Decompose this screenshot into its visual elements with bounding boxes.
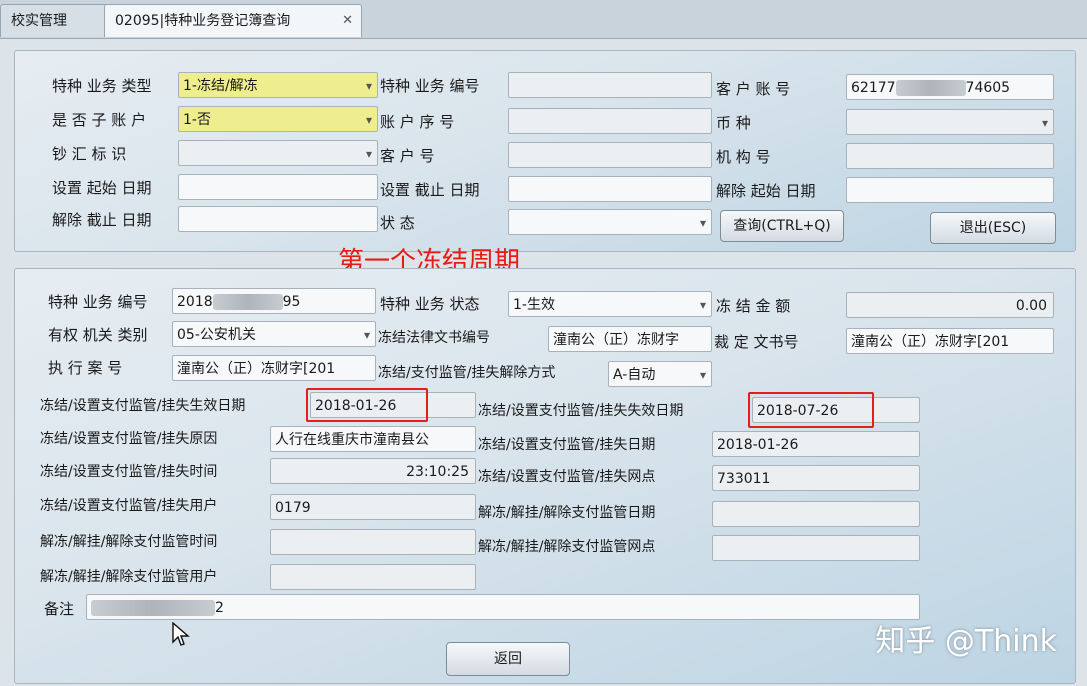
- sub-account-label: 是 否 子 账 户: [52, 111, 147, 129]
- cust-account-label: 客 户 账 号: [716, 80, 791, 98]
- sub-account-select[interactable]: 1-否: [178, 106, 378, 132]
- redaction-blur: [212, 294, 283, 310]
- tab-query-label: 02095|特种业务登记簿查询: [115, 13, 291, 29]
- set-start-input[interactable]: [178, 174, 378, 200]
- user-field[interactable]: 0179: [270, 494, 476, 520]
- unfreeze-time-field[interactable]: [270, 529, 476, 555]
- set-end-input[interactable]: [508, 176, 712, 202]
- detail-biz-no-label: 特种 业务 编号: [48, 293, 148, 311]
- exp-date-label: 冻结/设置支付监管/挂失失效日期: [478, 403, 684, 419]
- biz-status-label: 特种 业务 状态: [380, 295, 480, 313]
- unfreeze-time-label: 解冻/解挂/解除支付监管时间: [40, 534, 218, 550]
- redaction-blur: [91, 600, 215, 616]
- unfreeze-date-field[interactable]: [712, 501, 920, 527]
- legal-doc-label: 冻结法律文书编号: [378, 330, 490, 346]
- org-input[interactable]: [846, 143, 1054, 169]
- unfreeze-user-field[interactable]: [270, 564, 476, 590]
- op-time-label: 冻结/设置支付监管/挂失时间: [40, 464, 218, 480]
- watermark: 知乎 @Think: [875, 624, 1057, 659]
- op-date-label: 冻结/设置支付监管/挂失日期: [478, 437, 656, 453]
- rel-end-input[interactable]: [178, 206, 378, 232]
- ruling-doc-label: 裁 定 文书号: [714, 333, 799, 351]
- unfreeze-date-label: 解冻/解挂/解除支付监管日期: [478, 505, 656, 521]
- branch-field[interactable]: 733011: [712, 465, 920, 491]
- case-no-label: 执 行 案 号: [48, 359, 123, 377]
- status-label: 状 态: [380, 214, 415, 232]
- authority-type-label: 有权 机关 类别: [48, 326, 148, 344]
- mouse-cursor-icon: [172, 622, 190, 646]
- acct-seq-label: 账 户 序 号: [380, 113, 455, 131]
- cust-account-prefix: 62177: [851, 80, 896, 96]
- detail-biz-no-field[interactable]: 2018 95: [172, 288, 376, 314]
- biz-type-label: 特种 业务 类型: [52, 77, 152, 95]
- currency-select[interactable]: [846, 109, 1054, 135]
- freeze-amt-field[interactable]: 0.00: [846, 292, 1054, 318]
- cash-flag-select[interactable]: [178, 140, 378, 166]
- cust-account-input[interactable]: 62177 74605: [846, 74, 1054, 100]
- rel-start-label: 解除 起始 日期: [716, 182, 816, 200]
- cash-flag-label: 钞 汇 标 识: [52, 145, 127, 163]
- unfreeze-user-label: 解冻/解挂/解除支付监管用户: [40, 569, 218, 585]
- acct-seq-input[interactable]: [508, 108, 712, 134]
- biz-no-label: 特种 业务 编号: [380, 77, 480, 95]
- set-end-label: 设置 截止 日期: [380, 181, 480, 199]
- set-start-label: 设置 起始 日期: [52, 179, 152, 197]
- close-icon[interactable]: ✕: [342, 5, 353, 37]
- detail-biz-no-suffix: 95: [282, 294, 301, 310]
- biz-type-select[interactable]: 1-冻结/解冻: [178, 72, 378, 98]
- rel-end-label: 解除 截止 日期: [52, 211, 152, 229]
- query-button[interactable]: 查询(CTRL+Q): [720, 210, 844, 242]
- unfreeze-branch-field[interactable]: [712, 535, 920, 561]
- release-mode-label: 冻结/支付监管/挂失解除方式: [378, 365, 556, 381]
- op-time-field[interactable]: 23:10:25: [270, 458, 476, 484]
- cust-no-label: 客 户 号: [380, 147, 435, 165]
- cust-no-input[interactable]: [508, 142, 712, 168]
- remark-suffix: 2: [215, 600, 224, 616]
- unfreeze-branch-label: 解冻/解挂/解除支付监管网点: [478, 539, 656, 555]
- biz-no-input[interactable]: [508, 72, 712, 98]
- highlight-box: [748, 392, 874, 428]
- branch-label: 冻结/设置支付监管/挂失网点: [478, 469, 656, 485]
- status-select[interactable]: [508, 209, 712, 235]
- cust-account-suffix: 74605: [965, 80, 1011, 96]
- redaction-blur: [895, 80, 966, 96]
- op-date-field[interactable]: 2018-01-26: [712, 431, 920, 457]
- eff-date-label: 冻结/设置支付监管/挂失生效日期: [40, 398, 246, 414]
- highlight-box: [306, 388, 428, 422]
- remark-label: 备注: [44, 600, 75, 618]
- back-button[interactable]: 返回: [446, 642, 570, 676]
- release-mode-select[interactable]: A-自动: [608, 361, 712, 387]
- ruling-doc-field[interactable]: 潼南公（正）冻财字[201: [846, 328, 1054, 354]
- user-label: 冻结/设置支付监管/挂失用户: [40, 498, 218, 514]
- tab-previous[interactable]: 校实管理: [0, 4, 108, 37]
- detail-biz-no-prefix: 2018: [177, 294, 213, 310]
- case-no-field[interactable]: 潼南公（正）冻财字[201: [172, 355, 376, 381]
- legal-doc-field[interactable]: 潼南公（正）冻财字: [548, 326, 712, 352]
- tab-previous-label: 校实管理: [11, 13, 67, 29]
- freeze-amt-label: 冻 结 金 额: [716, 297, 791, 315]
- reason-label: 冻结/设置支付监管/挂失原因: [40, 431, 218, 447]
- reason-field[interactable]: 人行在线重庆市潼南县公: [270, 426, 476, 452]
- tab-bar: 校实管理 02095|特种业务登记簿查询 ✕: [0, 0, 1087, 39]
- rel-start-input[interactable]: [846, 177, 1054, 203]
- org-label: 机 构 号: [716, 148, 771, 166]
- authority-type-select[interactable]: 05-公安机关: [172, 321, 376, 347]
- biz-status-select[interactable]: 1-生效: [508, 291, 712, 317]
- tab-query[interactable]: 02095|特种业务登记簿查询 ✕: [104, 4, 362, 37]
- currency-label: 币 种: [716, 114, 751, 132]
- exit-button[interactable]: 退出(ESC): [930, 212, 1056, 244]
- remark-field[interactable]: 2: [86, 594, 920, 620]
